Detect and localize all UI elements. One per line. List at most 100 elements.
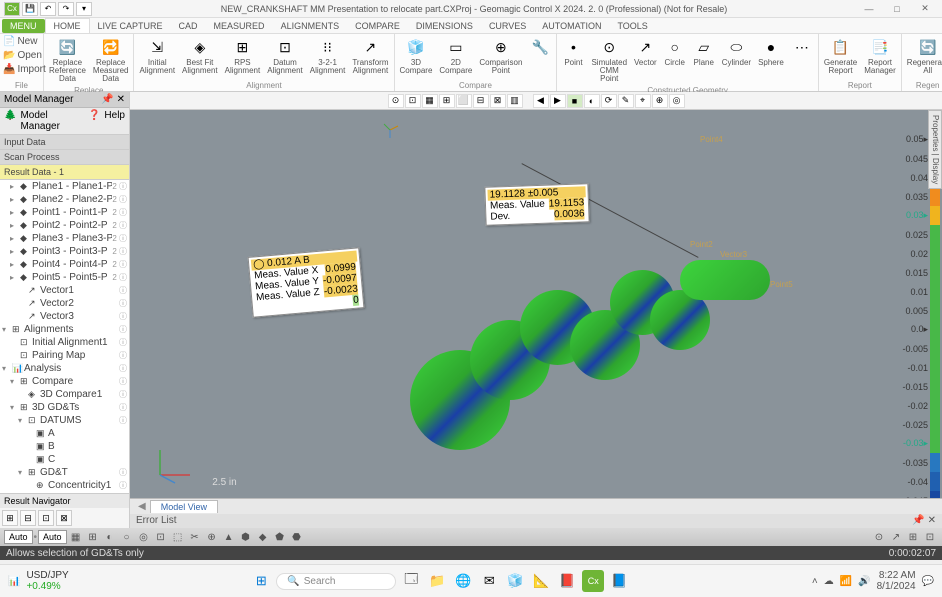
tray-notif-icon[interactable]: 💬 bbox=[922, 576, 934, 587]
tab-alignments[interactable]: ALIGNMENTS bbox=[273, 19, 348, 33]
cg-simcmm-button[interactable]: ⊙Simulated CMM Point bbox=[588, 35, 630, 84]
initial-align-button[interactable]: ⇲Initial Alignment bbox=[136, 35, 178, 76]
file-new[interactable]: 📄New bbox=[2, 35, 38, 48]
tab-prev-icon[interactable]: ◀ bbox=[138, 501, 146, 512]
qa-save-icon[interactable]: 💾 bbox=[22, 2, 38, 16]
genreport-button[interactable]: 📋Generate Report bbox=[821, 35, 860, 76]
nav-btn-1[interactable]: ⊞ bbox=[2, 510, 18, 526]
section-scanprocess[interactable]: Scan Process bbox=[0, 150, 129, 165]
tree-gdt-0[interactable]: ⊕Concentricity1ⓘ bbox=[0, 479, 129, 492]
file-import[interactable]: 📥Import bbox=[2, 63, 47, 76]
vp-tool-11[interactable]: ■ bbox=[567, 94, 583, 108]
tree-plane-6[interactable]: ▸◆Point4 - Point4-P2 ⓘ bbox=[0, 258, 129, 271]
tab-curves[interactable]: CURVES bbox=[481, 19, 534, 33]
tree-alignments[interactable]: ▾⊞Alignmentsⓘ bbox=[0, 323, 129, 336]
tab-dimensions[interactable]: DIMENSIONS bbox=[408, 19, 481, 33]
bt-ico-5[interactable]: ◎ bbox=[136, 530, 152, 544]
sel-filter-2[interactable]: Auto bbox=[38, 530, 67, 544]
errlist-close-icon[interactable]: 📌 ✕ bbox=[912, 515, 936, 527]
321-align-button[interactable]: ⁝⁝3-2-1 Alignment bbox=[307, 35, 349, 76]
tray-vol-icon[interactable]: 🔊 bbox=[858, 576, 870, 587]
qa-redo-icon[interactable]: ↷ bbox=[58, 2, 74, 16]
qa-undo-icon[interactable]: ↶ bbox=[40, 2, 56, 16]
vp-tool-12[interactable]: ◐ bbox=[584, 94, 600, 108]
cg-more-button[interactable]: ⋯ bbox=[788, 35, 816, 59]
bt-ico-r4[interactable]: ⊡ bbox=[922, 530, 938, 544]
tree-vector-1[interactable]: ↗Vector2ⓘ bbox=[0, 297, 129, 310]
taskapp-2[interactable]: 📁 bbox=[426, 570, 448, 592]
tray-wifi-icon[interactable]: 📶 bbox=[840, 576, 852, 587]
bt-ico-r1[interactable]: ⊙ bbox=[871, 530, 887, 544]
maximize-button[interactable]: □ bbox=[884, 2, 910, 16]
tree-vector-2[interactable]: ↗Vector3ⓘ bbox=[0, 310, 129, 323]
tree-datums[interactable]: ▾⊡DATUMSⓘ bbox=[0, 414, 129, 427]
bt-ico-9[interactable]: ⊕ bbox=[204, 530, 220, 544]
bt-ico-r2[interactable]: ↗ bbox=[888, 530, 904, 544]
annotation-gdt[interactable]: ◯ 0.012 A B Meas. Value X0.0999 Meas. Va… bbox=[248, 247, 365, 318]
tree-gdat[interactable]: ▾⊞3D GD&Tsⓘ bbox=[0, 401, 129, 414]
taskapp-7[interactable]: 📕 bbox=[556, 570, 578, 592]
tree-align-0[interactable]: ⊡Initial Alignment1ⓘ bbox=[0, 336, 129, 349]
tab-compare[interactable]: COMPARE bbox=[347, 19, 408, 33]
tree-gdt[interactable]: ▾⊞GD&Tⓘ bbox=[0, 466, 129, 479]
error-list-bar[interactable]: Error List📌 ✕ bbox=[130, 514, 942, 528]
bt-ico-11[interactable]: ⬢ bbox=[238, 530, 254, 544]
tab-cad[interactable]: CAD bbox=[171, 19, 206, 33]
vp-tool-7[interactable]: ⊠ bbox=[490, 94, 506, 108]
bt-ico-1[interactable]: ▦ bbox=[68, 530, 84, 544]
bt-ico-8[interactable]: ✂ bbox=[187, 530, 203, 544]
bt-ico-7[interactable]: ⬚ bbox=[170, 530, 186, 544]
bt-ico-3[interactable]: ◐ bbox=[102, 530, 118, 544]
tab-measured[interactable]: MEASURED bbox=[206, 19, 273, 33]
nav-btn-3[interactable]: ⊡ bbox=[38, 510, 54, 526]
file-open[interactable]: 📂Open bbox=[2, 49, 43, 62]
tab-automation[interactable]: AUTOMATION bbox=[534, 19, 609, 33]
taskapp-4[interactable]: ✉ bbox=[478, 570, 500, 592]
help-icon[interactable]: ❓ bbox=[88, 110, 100, 132]
vp-tool-13[interactable]: ⟳ bbox=[601, 94, 617, 108]
cg-vector-button[interactable]: ↗Vector bbox=[631, 35, 660, 68]
cg-cylinder-button[interactable]: ⬭Cylinder bbox=[719, 35, 754, 68]
qa-app-icon[interactable]: Cx bbox=[4, 2, 20, 16]
vp-tool-15[interactable]: ⌖ bbox=[635, 94, 651, 108]
model-view-tab[interactable]: Model View bbox=[150, 500, 218, 513]
tree-plane-4[interactable]: ▸◆Plane3 - Plane3-P2 ⓘ bbox=[0, 232, 129, 245]
tab-home[interactable]: HOME bbox=[45, 18, 90, 33]
tree-plane-5[interactable]: ▸◆Point3 - Point3-P2 ⓘ bbox=[0, 245, 129, 258]
taskbar-widget[interactable]: 📊 USD/JPY +0.49% bbox=[8, 570, 69, 592]
bt-ico-14[interactable]: ⬣ bbox=[289, 530, 305, 544]
annotation-dimension[interactable]: 19.1128 ±0.005 Meas. Value19.1153 Dev.0.… bbox=[484, 183, 590, 226]
bt-ico-2[interactable]: ⊞ bbox=[85, 530, 101, 544]
cg-circle-button[interactable]: ○Circle bbox=[661, 35, 689, 68]
section-resultdata[interactable]: Result Data - 1 bbox=[0, 165, 129, 180]
tree-plane-1[interactable]: ▸◆Plane2 - Plane2-P2 ⓘ bbox=[0, 193, 129, 206]
tray-up-icon[interactable]: ˄ bbox=[812, 576, 818, 587]
2dcompare-button[interactable]: ▭2D Compare bbox=[436, 35, 475, 76]
vp-tool-1[interactable]: ⊙ bbox=[388, 94, 404, 108]
nav-btn-2[interactable]: ⊟ bbox=[20, 510, 36, 526]
tree-datum-1[interactable]: ▣B bbox=[0, 440, 129, 453]
taskapp-6[interactable]: 📐 bbox=[530, 570, 552, 592]
tab-livecapture[interactable]: LIVE CAPTURE bbox=[90, 19, 171, 33]
tree-align-1[interactable]: ⊡Pairing Mapⓘ bbox=[0, 349, 129, 362]
tree-plane-3[interactable]: ▸◆Point2 - Point2-P2 ⓘ bbox=[0, 219, 129, 232]
bt-ico-r3[interactable]: ⊞ bbox=[905, 530, 921, 544]
start-button[interactable]: ⊞ bbox=[250, 570, 272, 592]
vp-tool-17[interactable]: ◎ bbox=[669, 94, 685, 108]
minimize-button[interactable]: — bbox=[856, 2, 882, 16]
taskapp-8[interactable]: Cx bbox=[582, 570, 604, 592]
cg-point-button[interactable]: •Point bbox=[559, 35, 587, 68]
transform-align-button[interactable]: ↗Transform Alignment bbox=[349, 35, 391, 76]
bt-ico-10[interactable]: ▲ bbox=[221, 530, 237, 544]
close-button[interactable]: ✕ bbox=[912, 2, 938, 16]
bt-ico-13[interactable]: ⬟ bbox=[272, 530, 288, 544]
vp-tool-8[interactable]: ▥ bbox=[507, 94, 523, 108]
taskapp-9[interactable]: 📘 bbox=[608, 570, 630, 592]
bestfit-align-button[interactable]: ◈Best Fit Alignment bbox=[179, 35, 221, 76]
replace-meas-button[interactable]: 🔁Replace Measured Data bbox=[90, 35, 132, 84]
tree-compare[interactable]: ▾⊞Compareⓘ bbox=[0, 375, 129, 388]
bt-ico-12[interactable]: ◆ bbox=[255, 530, 271, 544]
system-tray[interactable]: ˄ ☁ 📶 🔊 8:22 AM 8/1/2024 💬 bbox=[812, 570, 934, 592]
sel-filter-1[interactable]: Auto bbox=[4, 530, 33, 544]
vp-tool-14[interactable]: ✎ bbox=[618, 94, 634, 108]
